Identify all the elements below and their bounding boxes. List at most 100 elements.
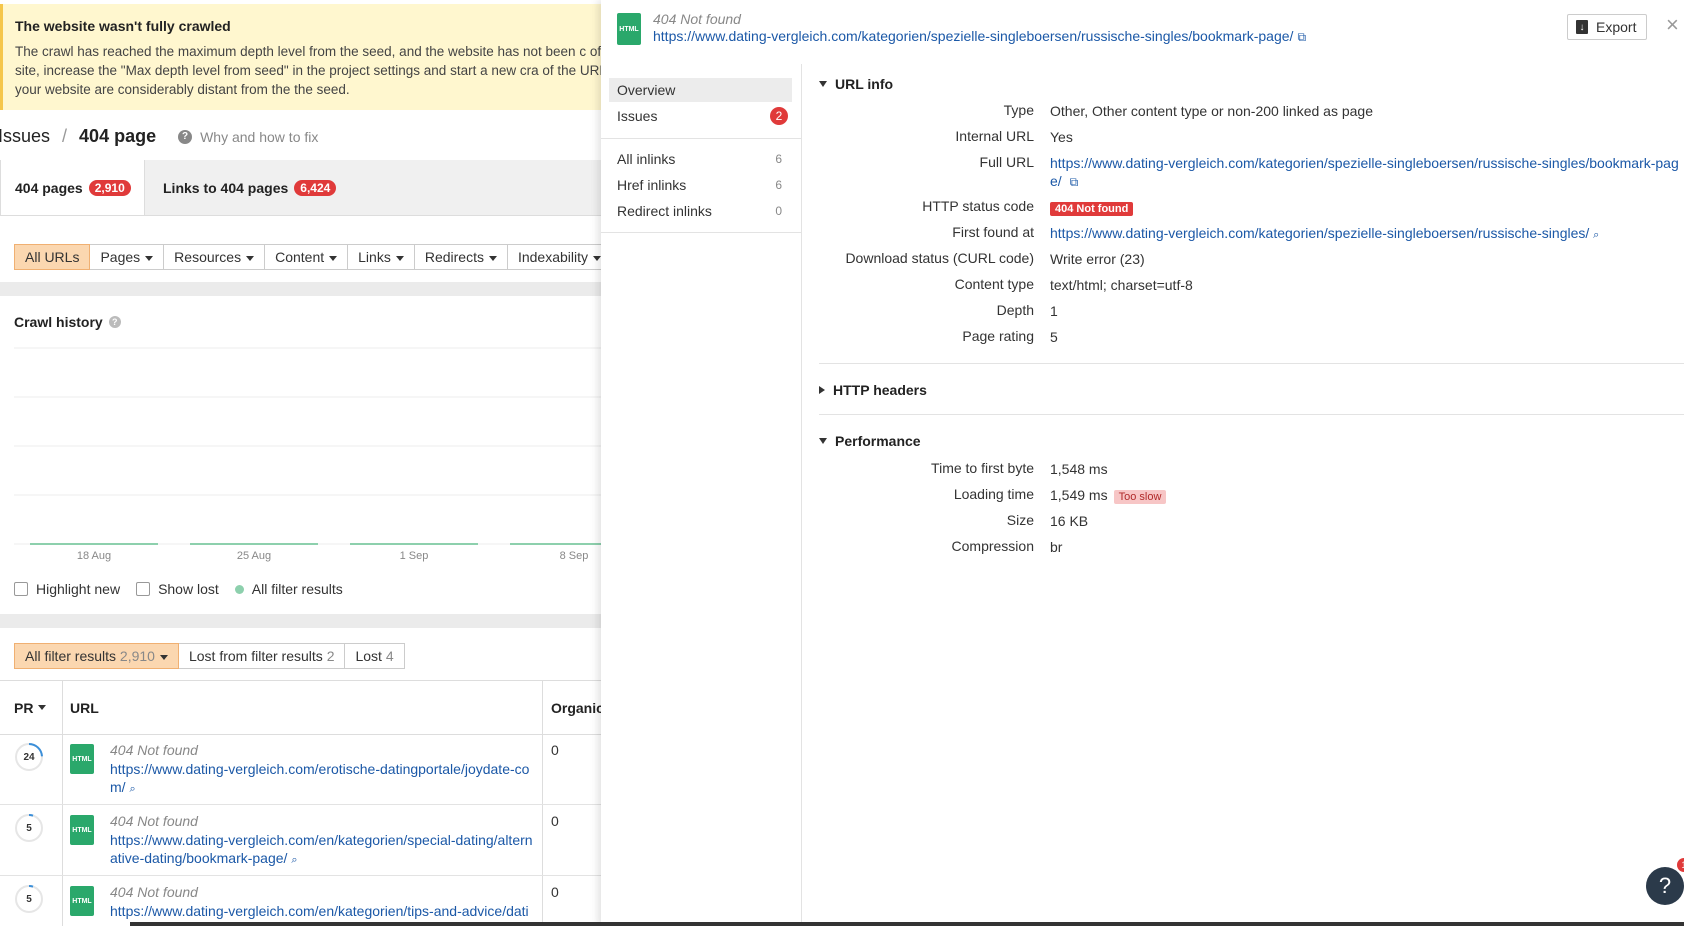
pr-value: 24 <box>23 751 35 763</box>
html-file-icon: HTML <box>617 13 641 45</box>
warning-text: The crawl has reached the maximum depth … <box>15 44 601 97</box>
issues-count-badge: 2 <box>770 107 788 125</box>
filter-bar: All URLs Pages Resources Content Links R… <box>14 244 601 270</box>
nav-href-inlinks[interactable]: Href inlinks 6 <box>609 173 792 197</box>
full-url-link[interactable]: https://www.dating-vergleich.com/kategor… <box>1050 154 1684 191</box>
pr-value: 5 <box>26 822 32 834</box>
export-button[interactable]: ↓ Export <box>1567 14 1648 40</box>
nav-redirect-inlinks[interactable]: Redirect inlinks 0 <box>609 199 792 223</box>
nav-issues[interactable]: Issues 2 <box>609 104 792 128</box>
column-organic[interactable]: Organic <box>551 681 601 734</box>
collapse-icon <box>819 438 827 444</box>
filter-indexability[interactable]: Indexability <box>507 244 601 270</box>
html-file-icon: HTML <box>70 886 94 916</box>
highlight-new-checkbox[interactable] <box>14 582 28 596</box>
help-notification-badge: 1 <box>1677 858 1684 872</box>
search-icon[interactable]: ⌕ <box>291 854 297 866</box>
caret-down-icon <box>159 654 168 660</box>
show-lost-checkbox[interactable] <box>136 582 151 596</box>
crawl-warning-banner: The website wasn't fully crawled The cra… <box>0 4 601 110</box>
column-url[interactable]: URL <box>70 681 99 734</box>
caret-down-icon <box>329 255 338 261</box>
search-icon[interactable]: ⌕ <box>1593 229 1599 241</box>
breadcrumb: Issues / 404 page ? Why and how to fix <box>0 126 319 147</box>
why-and-how-link[interactable]: ? Why and how to fix <box>178 129 318 145</box>
filter-pages[interactable]: Pages <box>90 244 165 270</box>
too-slow-badge: Too slow <box>1113 490 1167 504</box>
search-icon[interactable]: ⌕ <box>129 783 135 795</box>
caret-down-icon <box>395 255 404 261</box>
question-icon: ? <box>178 129 193 144</box>
row-organic: 0 <box>551 742 559 758</box>
underlying-report-page: The website wasn't fully crawled The cra… <box>0 0 601 926</box>
caret-down-icon <box>145 255 154 261</box>
section-performance-toggle[interactable]: Performance <box>819 433 921 449</box>
page-title: 404 page <box>79 126 157 146</box>
row-url-link[interactable]: https://www.dating-vergleich.com/en/kate… <box>110 831 535 869</box>
warning-title: The website wasn't fully crawled <box>15 18 231 34</box>
panel-status: 404 Not found <box>653 11 741 27</box>
row-url-link[interactable]: https://www.dating-vergleich.com/erotisc… <box>110 760 535 798</box>
crawl-history-title: Crawl history ? <box>14 314 121 330</box>
crawl-history-chart: 18 Aug 25 Aug 1 Sep 8 Sep <box>14 347 601 562</box>
tab-all-filter-results[interactable]: All filter results 2,910 <box>14 643 179 669</box>
filter-all-urls[interactable]: All URLs <box>14 244 91 270</box>
first-found-link[interactable]: https://www.dating-vergleich.com/kategor… <box>1050 224 1684 244</box>
tab-links-to-404-pages[interactable]: Links to 404 pages 6,424 <box>163 160 337 215</box>
tab-404-pages[interactable]: 404 pages 2,910 <box>0 160 145 215</box>
close-icon[interactable]: × <box>1666 14 1679 36</box>
tab-lost-from-filter-results[interactable]: Lost from filter results 2 <box>178 643 346 669</box>
section-http-headers-toggle[interactable]: HTTP headers <box>819 382 927 398</box>
sort-down-icon <box>38 705 47 710</box>
filter-redirects[interactable]: Redirects <box>414 244 508 270</box>
panel-sidebar: Overview Issues 2 All inlinks 6 Href inl… <box>601 64 802 926</box>
report-tabs: 404 pages 2,910 Links to 404 pages 6,424 <box>0 160 601 216</box>
status-badge: 404 Not found <box>1050 202 1134 216</box>
result-tabs: All filter results 2,910 Lost from filte… <box>14 643 405 669</box>
caret-down-icon <box>593 255 601 261</box>
html-file-icon: HTML <box>70 744 94 774</box>
html-file-icon: HTML <box>70 815 94 845</box>
row-organic: 0 <box>551 884 559 900</box>
row-status: 404 Not found <box>110 742 198 758</box>
legend-dot-icon <box>234 584 244 594</box>
row-status: 404 Not found <box>110 884 198 900</box>
count-badge: 2,910 <box>88 179 131 196</box>
help-button[interactable]: ? <box>1646 867 1684 905</box>
caret-down-icon <box>246 255 255 261</box>
bottom-border <box>130 922 1684 926</box>
section-url-info-toggle[interactable]: URL info <box>819 76 893 92</box>
row-organic: 0 <box>551 813 559 829</box>
x-tick-label: 18 Aug <box>77 550 111 562</box>
breadcrumb-issues[interactable]: Issues <box>0 126 50 147</box>
filter-resources[interactable]: Resources <box>164 244 266 270</box>
pr-value: 5 <box>26 893 32 905</box>
table-row[interactable]: 5 HTML 404 Not found https://www.dating-ver… <box>0 876 601 926</box>
table-row[interactable]: 5 HTML 404 Not found https://www.dating-ver… <box>0 805 601 876</box>
caret-down-icon <box>488 255 497 261</box>
panel-url-link[interactable]: https://www.dating-vergleich.com/kategor… <box>653 28 1306 45</box>
table-row[interactable]: 24 HTML 404 Not found https://www.dating-ve… <box>0 734 601 805</box>
expand-icon <box>819 386 825 394</box>
filter-content[interactable]: Content <box>265 244 349 270</box>
external-link-icon[interactable]: ⧉ <box>1070 175 1079 189</box>
x-tick-label: 8 Sep <box>560 550 589 562</box>
table-header: PR URL Organic <box>0 680 601 735</box>
nav-all-inlinks[interactable]: All inlinks 6 <box>609 147 792 171</box>
x-tick-label: 1 Sep <box>400 550 429 562</box>
row-status: 404 Not found <box>110 813 198 829</box>
download-icon: ↓ <box>1576 20 1588 34</box>
external-link-icon[interactable]: ⧉ <box>1297 30 1306 44</box>
question-icon[interactable]: ? <box>108 316 121 328</box>
url-details-panel: HTML 404 Not found https://www.dating-ve… <box>601 0 1684 926</box>
column-pr[interactable]: PR <box>14 681 47 734</box>
collapse-icon <box>819 81 827 87</box>
filter-links[interactable]: Links <box>348 244 415 270</box>
count-badge: 6,424 <box>294 179 337 196</box>
chart-legend: Highlight new Show lost All filter resul… <box>14 581 343 597</box>
x-tick-label: 25 Aug <box>237 550 271 562</box>
section-divider <box>0 614 601 628</box>
tab-lost[interactable]: Lost 4 <box>345 643 405 669</box>
nav-overview[interactable]: Overview <box>609 78 792 102</box>
section-divider <box>0 282 601 296</box>
